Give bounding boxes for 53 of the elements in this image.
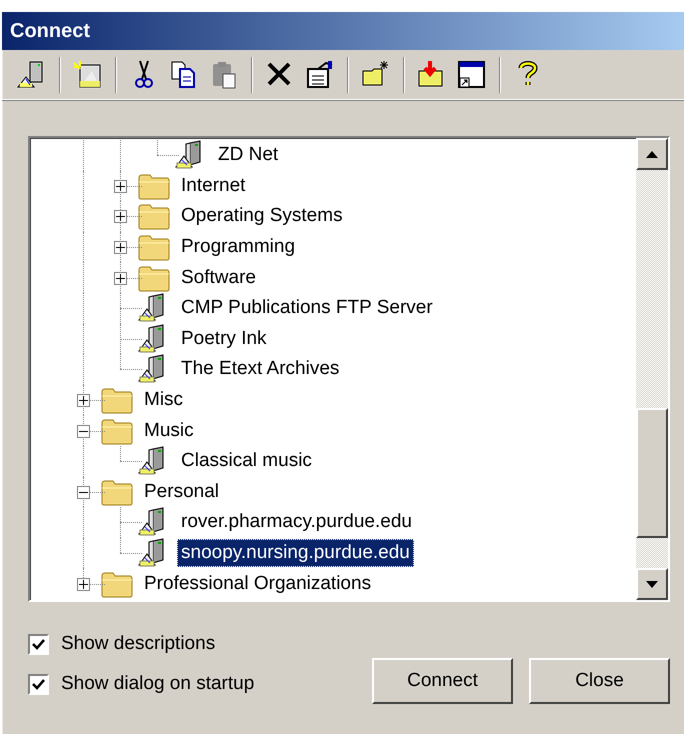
plus-icon bbox=[79, 580, 88, 589]
close-button[interactable]: Close bbox=[529, 658, 670, 704]
checkbox-label[interactable]: Show descriptions bbox=[61, 630, 216, 658]
server-item[interactable]: The Etext Archives bbox=[177, 355, 344, 384]
server-item[interactable]: Classical music bbox=[177, 447, 316, 476]
folder-item[interactable]: Music bbox=[140, 416, 198, 445]
plus-icon bbox=[116, 212, 125, 222]
folder-icon bbox=[100, 386, 134, 414]
folder-item[interactable]: Operating Systems bbox=[177, 202, 347, 230]
collapse-button[interactable] bbox=[77, 424, 90, 438]
scroll-up-button[interactable] bbox=[636, 138, 668, 170]
checkbox[interactable] bbox=[28, 674, 49, 694]
scrollbar[interactable] bbox=[636, 138, 668, 600]
folder-icon bbox=[137, 264, 171, 292]
folder-icon bbox=[137, 233, 171, 262]
server-item[interactable]: rover.pharmacy.purdue.edu bbox=[177, 508, 416, 536]
checkbox[interactable] bbox=[28, 634, 49, 654]
window-title: Connect bbox=[2, 12, 684, 50]
folder-icon bbox=[137, 202, 171, 230]
up-arrow-icon bbox=[646, 150, 658, 158]
window-shortcut-icon bbox=[456, 58, 488, 90]
expand-button[interactable] bbox=[77, 394, 90, 408]
checkbox-label[interactable]: Show dialog on startup bbox=[61, 670, 254, 698]
folder-item[interactable]: Internet bbox=[177, 172, 250, 200]
folder-icon bbox=[137, 172, 171, 200]
plus-icon bbox=[116, 243, 125, 252]
checkmark-icon bbox=[32, 678, 45, 690]
folder-item[interactable]: Programming bbox=[177, 233, 300, 262]
folder-item[interactable]: Software bbox=[177, 264, 260, 292]
server-item[interactable]: ZD Net bbox=[214, 141, 282, 170]
folder-item[interactable]: Professional Organizations bbox=[140, 570, 376, 598]
server-item[interactable]: CMP Publications FTP Server bbox=[177, 294, 437, 322]
expand-button[interactable] bbox=[77, 578, 90, 591]
folder-icon bbox=[100, 416, 134, 445]
expand-button[interactable] bbox=[114, 180, 127, 193]
scroll-down-button[interactable] bbox=[636, 568, 668, 600]
connect-button[interactable]: Connect bbox=[372, 658, 513, 704]
checkmark-icon bbox=[32, 638, 45, 650]
server-item[interactable]: Poetry Ink bbox=[177, 324, 271, 353]
expand-button[interactable] bbox=[114, 241, 127, 254]
server-item[interactable]: snoopy.nursing.purdue.edu bbox=[177, 539, 414, 568]
folder-item[interactable]: Personal bbox=[140, 478, 223, 506]
expand-button[interactable] bbox=[114, 272, 127, 285]
plus-icon bbox=[79, 396, 88, 406]
down-arrow-icon bbox=[646, 580, 658, 588]
expand-button[interactable] bbox=[114, 210, 127, 224]
plus-icon bbox=[116, 274, 125, 283]
scroll-thumb[interactable] bbox=[636, 408, 668, 538]
folder-icon bbox=[100, 478, 134, 506]
folder-icon bbox=[100, 570, 134, 598]
collapse-button[interactable] bbox=[77, 486, 90, 499]
folder-item[interactable]: Misc bbox=[140, 386, 188, 414]
plus-icon bbox=[116, 182, 125, 191]
